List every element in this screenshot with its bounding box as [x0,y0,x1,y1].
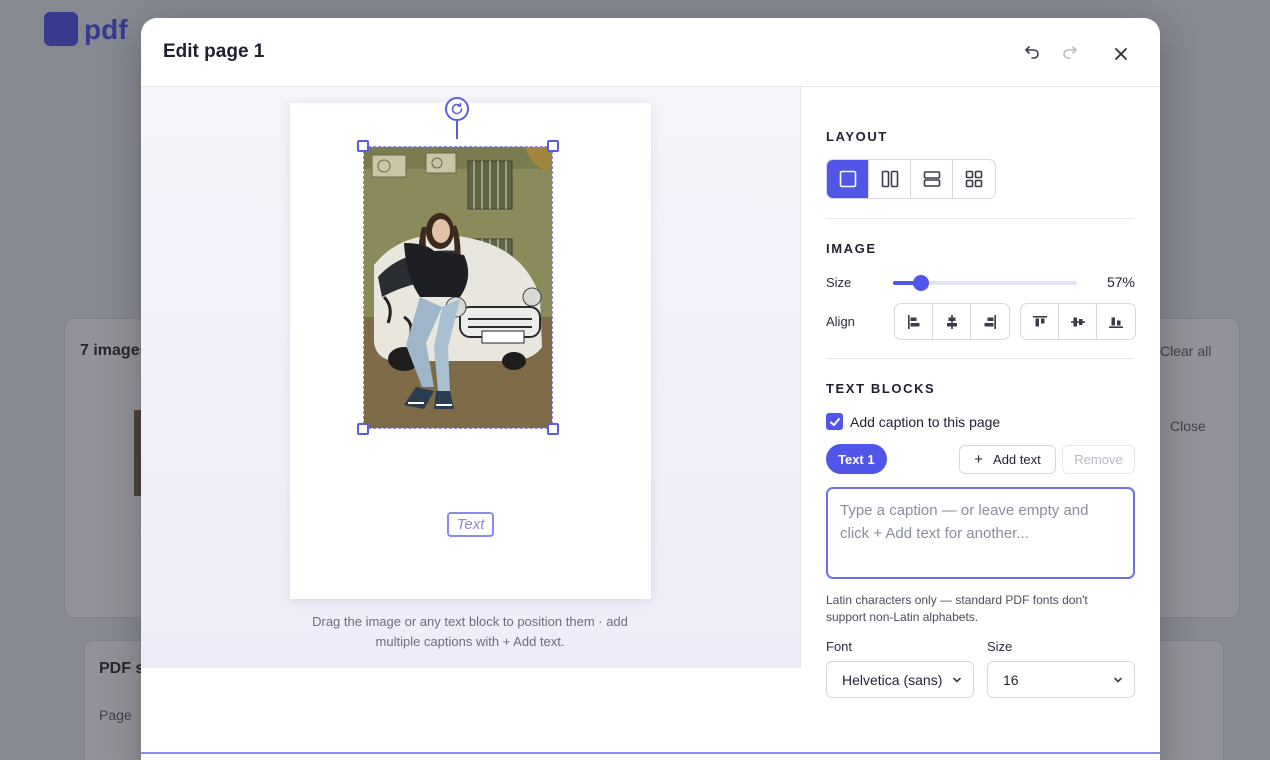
layout-section-title: LAYOUT [826,129,888,144]
page-canvas-area: Text Drag the image or any text block to… [141,87,800,668]
canvas-hint: Drag the image or any text block to posi… [312,614,628,649]
image-size-label: Size [826,275,852,290]
font-select-value: Helvetica (sans) [842,671,943,688]
latin-note: Latin characters only — standard PDF fon… [826,593,1088,624]
page-preview: Text [290,97,651,599]
align-left-button[interactable] [895,304,933,339]
plus-icon: + [974,451,984,468]
layout-two-rows-icon [923,171,940,187]
resize-handle-bottom-right[interactable] [547,423,559,435]
align-center-button[interactable] [933,304,971,339]
close-button[interactable] [1107,40,1135,68]
vertical-align-group [1020,303,1136,340]
resize-handle-bottom-left[interactable] [357,423,369,435]
resize-handle-top-right[interactable] [547,140,559,152]
align-right-button[interactable] [971,304,1009,339]
redo-button[interactable] [1056,38,1084,66]
size-select[interactable]: 16 [987,661,1135,698]
chevron-down-icon [1114,677,1122,683]
edit-page-modal: Edit page 1 Text Drag the image or any t… [141,18,1160,760]
close-icon [1115,48,1127,60]
align-top-icon [1032,315,1047,326]
layout-grid-button[interactable] [953,160,995,198]
text-block-1[interactable]: Text [447,512,494,537]
chevron-down-icon [953,677,961,683]
image-align-label: Align [826,314,855,329]
undo-icon [1025,46,1039,59]
caption-textarea[interactable] [826,487,1135,579]
photo-girl-on-car [364,147,552,428]
horizontal-align-group [894,303,1010,340]
redo-icon [1063,46,1077,59]
slider-thumb[interactable] [912,275,929,291]
rotate-icon [451,102,463,115]
image-section-title: IMAGE [826,241,877,256]
divider [826,358,1134,359]
align-center-icon [946,314,957,329]
checkmark-icon [829,417,840,426]
align-bottom-button[interactable] [1097,304,1135,339]
add-text-label: Add text [993,452,1041,467]
caption-checkbox-label[interactable]: Add caption to this page [850,414,1000,430]
settings-panel: LAYOUT IMAGE Size 57% Align TEXT BLOCKS … [800,87,1160,698]
layout-two-columns-button[interactable] [869,160,911,198]
rotate-stem [456,121,458,139]
divider [826,218,1134,219]
layout-options [826,159,996,199]
align-left-icon [907,314,919,329]
modal-title: Edit page 1 [163,41,265,62]
layout-single-button[interactable] [827,160,869,198]
layout-single-icon [839,170,856,188]
caption-checkbox[interactable] [826,413,843,430]
size-label: Size [987,639,1013,654]
layout-two-columns-icon [881,170,898,188]
undo-button[interactable] [1018,38,1046,66]
image-size-slider[interactable] [893,275,1077,291]
align-middle-button[interactable] [1059,304,1097,339]
align-bottom-icon [1109,317,1123,328]
align-right-icon [984,314,996,329]
align-middle-icon [1070,317,1085,326]
rotate-handle[interactable] [445,97,469,121]
size-select-value: 16 [1003,671,1019,688]
add-text-button[interactable]: + Add text [959,445,1056,474]
resize-handle-top-left[interactable] [357,140,369,152]
modal-footer-divider [141,752,1160,754]
align-top-button[interactable] [1021,304,1059,339]
text-blocks-section-title: TEXT BLOCKS [826,381,936,396]
modal-header: Edit page 1 [141,18,1160,87]
remove-button[interactable]: Remove [1062,445,1135,474]
layout-grid-icon [965,170,983,188]
page-image[interactable] [357,140,559,435]
font-select[interactable]: Helvetica (sans) [826,661,974,698]
layout-two-rows-button[interactable] [911,160,953,198]
font-label: Font [826,639,853,654]
text-tab-1[interactable]: Text 1 [826,444,887,474]
image-size-value: 57% [1106,274,1135,290]
